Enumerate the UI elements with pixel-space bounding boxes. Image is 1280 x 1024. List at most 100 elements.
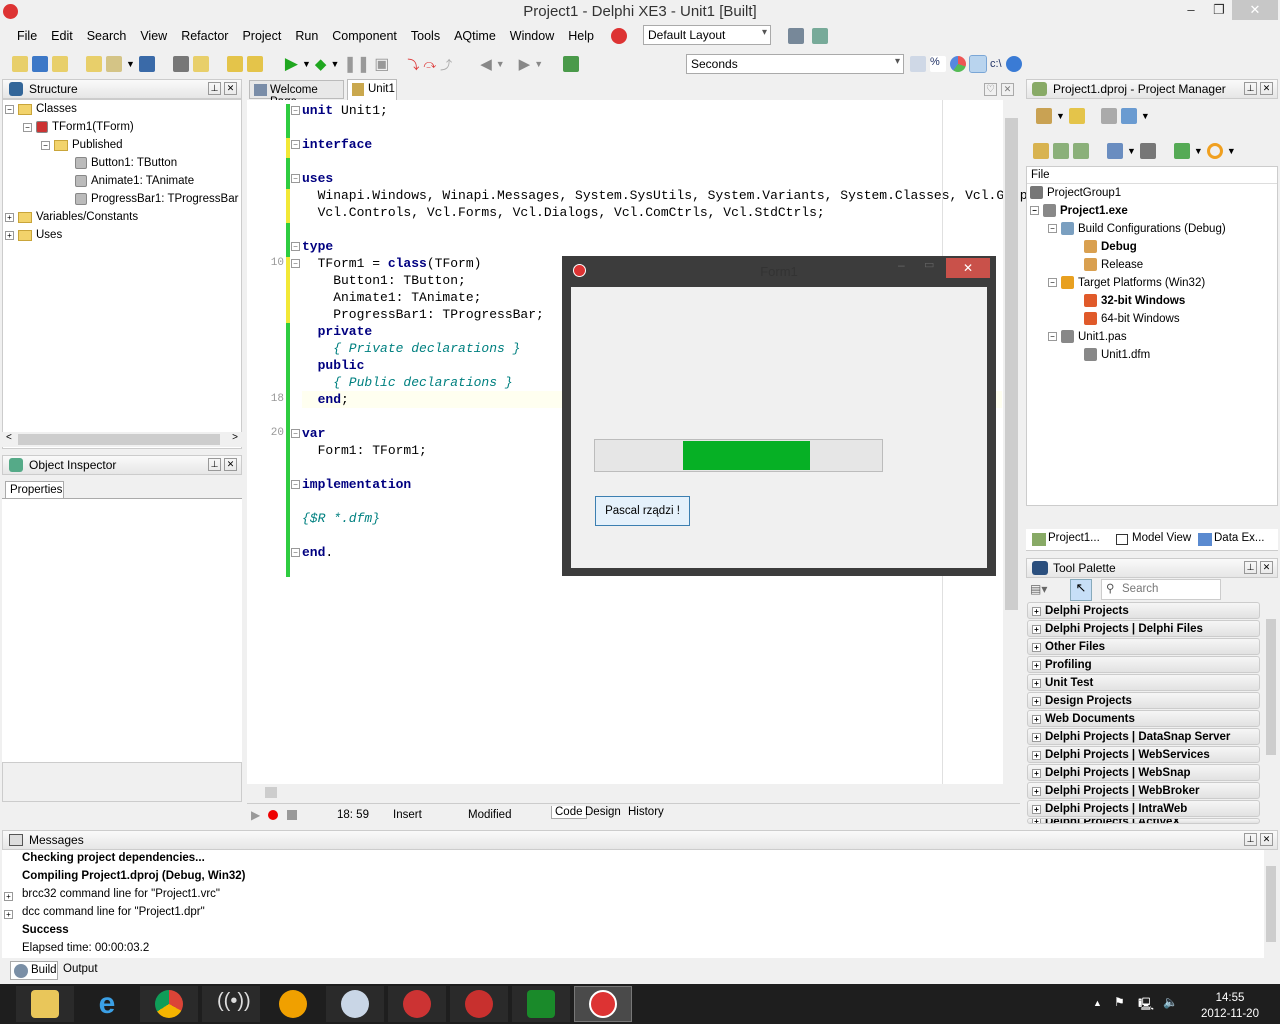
tab-build[interactable]: Build (10, 961, 58, 980)
pin-icon[interactable]: ⊥ (1244, 561, 1257, 574)
fold-toggle-icon[interactable]: − (291, 259, 300, 268)
project-tree-item[interactable]: 64-bit Windows (1084, 312, 1180, 325)
pause-icon[interactable]: ❚❚ (343, 54, 370, 74)
run-icon[interactable]: ▶ (285, 54, 298, 74)
project-tree-item[interactable]: − Unit1.pas (1048, 330, 1127, 343)
pointer-icon[interactable]: ↖ (1070, 579, 1092, 601)
windows-icon[interactable] (32, 56, 48, 72)
stop-icon[interactable]: ▣ (374, 54, 389, 74)
menu-edit[interactable]: Edit (44, 26, 80, 48)
close-button[interactable]: ✕ (1232, 0, 1278, 20)
project-tree-item[interactable]: Unit1.dfm (1084, 348, 1150, 361)
aqtime-book-icon[interactable] (563, 56, 580, 72)
close-tab-icon[interactable]: ✕ (1001, 83, 1014, 96)
expand-icon[interactable]: + (4, 892, 13, 901)
menu-project[interactable]: Project (235, 26, 288, 48)
open-project-icon[interactable] (106, 56, 122, 72)
clock[interactable]: 14:55 2012-11-20 (1190, 990, 1270, 1022)
new-icon[interactable] (86, 56, 102, 72)
menu-aqtime[interactable]: AQtime (447, 26, 503, 48)
project-tree-item[interactable]: − Project1.exe (1030, 204, 1128, 217)
build-icon[interactable] (1139, 143, 1156, 159)
path-label[interactable]: c:\ (990, 58, 1002, 70)
maximize-button[interactable]: ❐ (1204, 0, 1234, 20)
tab-project-manager[interactable]: Project1... (1032, 532, 1100, 546)
fold-toggle-icon[interactable]: − (291, 480, 300, 489)
tree-item-animate1[interactable]: Animate1: TAnimate (75, 175, 194, 187)
collapse-toggle-icon[interactable]: − (1048, 332, 1057, 341)
tab-welcome-page[interactable]: Welcome Page (249, 80, 344, 108)
remove-file-icon[interactable] (246, 56, 263, 72)
tree-item-tform1[interactable]: − TForm1(TForm) (23, 121, 134, 133)
chevron-down-icon[interactable]: ▼ (126, 59, 135, 69)
close-panel-icon[interactable]: ✕ (224, 458, 237, 471)
tab-list-icon[interactable]: ♡ (984, 83, 997, 96)
toggle-form-icon[interactable] (52, 56, 68, 72)
tab-code[interactable]: Code (551, 806, 587, 819)
open-icon[interactable] (12, 56, 28, 72)
palette-category[interactable]: + Delphi Projects | WebServices (1027, 746, 1260, 763)
fold-toggle-icon[interactable]: − (291, 548, 300, 557)
minimize-button[interactable]: ‒ (1176, 0, 1206, 20)
project-tree-item[interactable]: Release (1084, 258, 1143, 271)
action-center-flag-icon[interactable]: ⚑ (1114, 995, 1125, 1009)
menu-run[interactable]: Run (288, 26, 325, 48)
menu-component[interactable]: Component (325, 26, 404, 48)
help-icon[interactable] (1005, 56, 1022, 72)
tree-item-published[interactable]: − Published (41, 139, 123, 151)
play-macro-icon[interactable]: ▶ (251, 808, 260, 822)
close-panel-icon[interactable]: ✕ (224, 82, 237, 95)
expand-icon[interactable] (1053, 143, 1069, 159)
palette-category[interactable]: + Delphi Projects | ActiveX (1027, 818, 1260, 824)
tab-model-view[interactable]: Model View (1116, 532, 1191, 545)
collapse-toggle-icon[interactable]: − (1048, 278, 1057, 287)
message-line[interactable]: dcc command line for "Project1.dpr" (22, 906, 205, 918)
project-tree-item[interactable]: − Build Configurations (Debug) (1048, 222, 1226, 235)
editor-vscrollbar[interactable] (1003, 100, 1020, 784)
properties-grid[interactable] (2, 498, 242, 762)
percent-icon[interactable]: % (930, 56, 946, 72)
taskbar-aimp[interactable] (264, 986, 322, 1022)
palette-category[interactable]: + Delphi Projects | Delphi Files (1027, 620, 1260, 637)
palette-category[interactable]: + Delphi Projects | WebBroker (1027, 782, 1260, 799)
palette-category[interactable]: + Unit Test (1027, 674, 1260, 691)
fold-toggle-icon[interactable]: − (291, 140, 300, 149)
new-project-icon[interactable] (1068, 108, 1085, 124)
tab-properties[interactable]: Properties (5, 481, 64, 499)
palette-category[interactable]: + Design Projects (1027, 692, 1260, 709)
project-tree-item[interactable]: ProjectGroup1 (1030, 186, 1121, 199)
remove-icon[interactable] (1100, 108, 1117, 124)
chevron-down-icon[interactable]: ▼ (534, 59, 543, 69)
tree-item-progressbar1[interactable]: ProgressBar1: TProgressBar (75, 193, 238, 205)
set-debug-desktop-icon[interactable] (812, 28, 828, 44)
palette-category[interactable]: + Delphi Projects | DataSnap Server (1027, 728, 1260, 745)
palette-category[interactable]: + Profiling (1027, 656, 1260, 673)
tab-unit1[interactable]: Unit1 (347, 79, 397, 100)
tab-design[interactable]: Design (585, 806, 621, 818)
collapse-icon[interactable] (1073, 143, 1089, 159)
message-line[interactable]: Checking project dependencies... (22, 852, 205, 864)
activate-icon[interactable] (1036, 108, 1052, 124)
tab-data-explorer[interactable]: Data Ex... (1198, 532, 1265, 546)
menu-view[interactable]: View (133, 26, 174, 48)
delphi-globe-icon[interactable] (611, 28, 627, 44)
palette-scrollbar[interactable] (1264, 603, 1278, 823)
fold-toggle-icon[interactable]: − (291, 242, 300, 251)
pin-icon[interactable]: ⊥ (208, 82, 221, 95)
seconds-combo[interactable]: Seconds ▾ (686, 54, 904, 74)
taskbar-explorer[interactable] (16, 986, 74, 1022)
open-folder-icon[interactable] (192, 56, 209, 72)
settings-icon[interactable] (969, 55, 987, 73)
save-desktop-icon[interactable] (788, 28, 804, 44)
palette-category[interactable]: + Delphi Projects | WebSnap (1027, 764, 1260, 781)
palette-category[interactable]: + Other Files (1027, 638, 1260, 655)
palette-category[interactable]: + Delphi Projects | IntraWeb (1027, 800, 1260, 817)
close-panel-icon[interactable]: ✕ (1260, 561, 1273, 574)
taskbar-app-green[interactable] (512, 986, 570, 1022)
project-tree-item[interactable]: 32-bit Windows (1084, 294, 1185, 307)
taskbar-chrome[interactable] (140, 986, 198, 1022)
tree-item-classes[interactable]: − Classes (5, 103, 77, 115)
pie-chart-icon[interactable] (950, 56, 966, 72)
message-line[interactable]: Compiling Project1.dproj (Debug, Win32) (22, 870, 246, 882)
tool-palette-search-input[interactable]: ⚲ Search (1101, 579, 1221, 600)
